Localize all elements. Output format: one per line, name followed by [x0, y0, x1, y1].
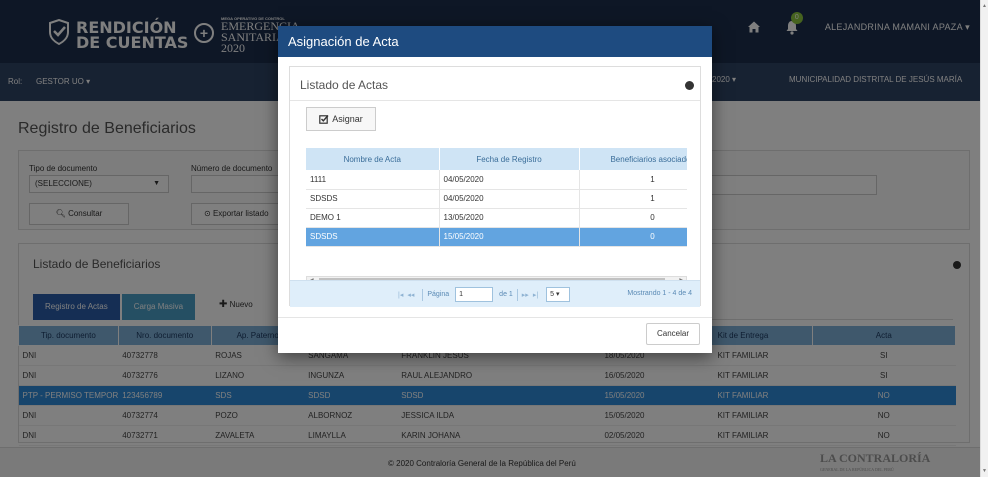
last-page-icon[interactable]: ▸|: [533, 291, 538, 299]
scroll-down-arrow-icon[interactable]: ▼: [982, 468, 987, 474]
table-header-row: Nombre de Acta Fecha de Registro Benefic…: [306, 148, 687, 170]
scroll-up-arrow-icon[interactable]: ▲: [982, 3, 987, 9]
edit-check-icon: [319, 115, 329, 124]
actas-panel-title: Listado de Actas: [300, 78, 389, 92]
page-number-input[interactable]: 1: [455, 287, 494, 302]
first-page-icon[interactable]: |◂: [398, 291, 403, 299]
column-header-nombre-acta[interactable]: Nombre de Acta: [306, 148, 440, 170]
pager: |◂ ◂◂ Página 1 de 1 ▸▸ ▸| 5 ▾ Mostrando …: [290, 280, 700, 307]
acta-count-cell: 0: [579, 227, 687, 247]
column-header-fecha-registro[interactable]: Fecha de Registro: [439, 148, 580, 170]
page-label: Página: [427, 291, 450, 298]
modal-footer-divider: [278, 317, 712, 318]
panel-divider: [290, 100, 700, 101]
pager-separator: [516, 288, 518, 301]
table-row[interactable]: SDSDS 04/05/2020 1: [306, 189, 687, 209]
acta-count-cell: 1: [579, 189, 687, 209]
page-scrollbar[interactable]: ▲ ▼: [980, 0, 988, 477]
modal-title: Asignación de Acta: [288, 34, 399, 49]
pager-separator: [422, 288, 424, 301]
acta-count-cell: 1: [579, 170, 687, 190]
modal-header: Asignación de Acta: [278, 26, 712, 57]
table-row[interactable]: DEMO 1 13/05/2020 0: [306, 208, 687, 228]
actas-grid: Nombre de Acta Fecha de Registro Benefic…: [306, 148, 687, 276]
prev-page-icon[interactable]: ◂◂: [407, 291, 414, 299]
acta-date-cell: 15/05/2020: [439, 227, 580, 247]
asignar-label: Asignar: [332, 114, 363, 124]
acta-name-cell: SDSDS: [306, 227, 440, 247]
acta-date-cell: 04/05/2020: [439, 189, 580, 209]
collapse-icon[interactable]: [685, 81, 694, 90]
acta-name-cell: DEMO 1: [306, 208, 440, 228]
asignar-button[interactable]: Asignar: [306, 107, 376, 131]
page-size-select[interactable]: 5 ▾: [546, 287, 571, 302]
pager-controls: |◂ ◂◂ Página 1 de 1 ▸▸ ▸| 5 ▾: [398, 286, 571, 303]
acta-name-cell: SDSDS: [306, 189, 440, 209]
actas-panel: Listado de Actas Asignar Nombre de Acta …: [289, 66, 701, 307]
column-header-beneficiarios[interactable]: Beneficiarios asociados: [579, 148, 687, 170]
table-row[interactable]: 1111 04/05/2020 1: [306, 170, 687, 190]
next-page-icon[interactable]: ▸▸: [522, 291, 529, 299]
pager-info: Mostrando 1 - 4 de 4: [627, 290, 692, 297]
table-row-selected[interactable]: SDSDS 15/05/2020 0: [306, 227, 687, 247]
asignacion-acta-dialog: Asignación de Acta Listado de Actas Asig…: [278, 26, 712, 353]
acta-count-cell: 0: [579, 208, 687, 228]
page-total-label: de 1: [499, 291, 513, 298]
acta-date-cell: 13/05/2020: [439, 208, 580, 228]
cancel-button[interactable]: Cancelar: [646, 323, 700, 345]
acta-date-cell: 04/05/2020: [439, 170, 580, 190]
acta-name-cell: 1111: [306, 170, 440, 190]
actas-table: Nombre de Acta Fecha de Registro Benefic…: [306, 148, 687, 247]
